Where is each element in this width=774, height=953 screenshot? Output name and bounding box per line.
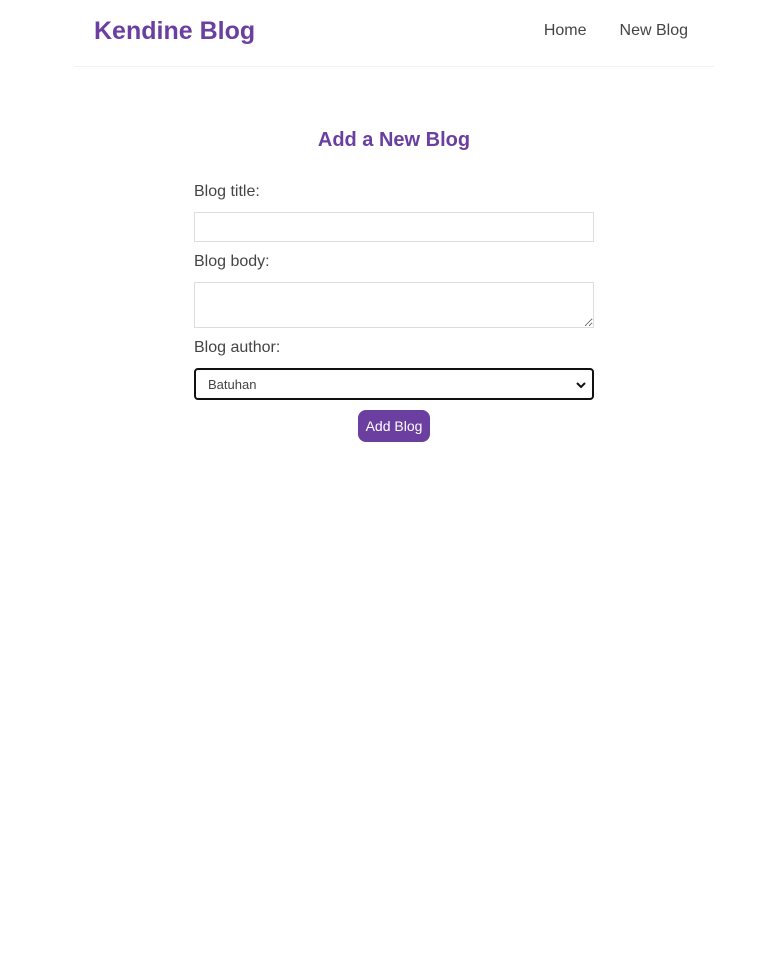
navbar: Kendine Blog Home New Blog [74, 0, 714, 67]
nav-links: Home New Blog [544, 21, 688, 41]
chevron-down-icon [576, 382, 586, 389]
brand-logo[interactable]: Kendine Blog [94, 16, 255, 46]
blog-body-textarea[interactable] [194, 282, 594, 328]
author-selected-value: Batuhan [208, 376, 257, 392]
nav-link-new-blog[interactable]: New Blog [620, 21, 688, 41]
add-blog-button[interactable]: Add Blog [358, 410, 430, 442]
blog-author-label: Blog author: [194, 339, 281, 356]
page-title: Add a New Blog [317, 129, 471, 151]
blog-title-input[interactable] [194, 212, 594, 242]
blog-author-select[interactable]: Batuhan [194, 368, 594, 400]
blog-body-label: Blog body: [194, 253, 270, 270]
nav-link-home[interactable]: Home [544, 21, 587, 41]
blog-title-label: Blog title: [194, 183, 260, 200]
